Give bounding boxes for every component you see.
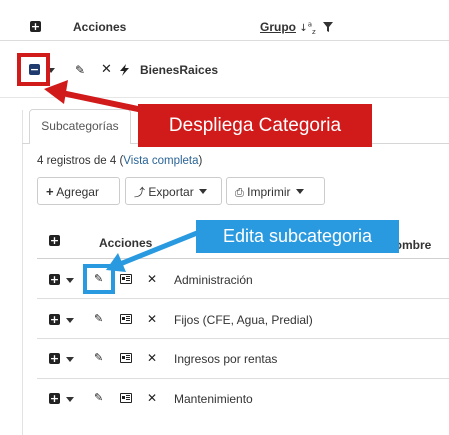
callout-arrows — [44, 80, 203, 272]
red-callout: Despliega Categoria — [138, 104, 372, 147]
blue-arrow-line — [119, 228, 203, 267]
blue-callout: Edita subcategoria — [196, 220, 399, 253]
red-arrow-head — [44, 80, 68, 104]
